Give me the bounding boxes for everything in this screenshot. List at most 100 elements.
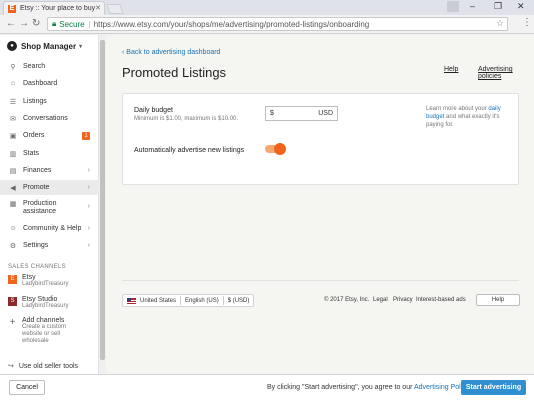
close-tab-icon[interactable]: ✕ xyxy=(95,4,101,12)
home-icon: ⌂ xyxy=(10,80,16,87)
sidebar: ● Shop Manager ▾ ⚲ Search ⌂ Dashboard ☰ … xyxy=(0,35,99,374)
help-link[interactable]: Help xyxy=(444,66,458,73)
chevron-right-icon: › xyxy=(87,203,90,210)
exit-icon: ↪ xyxy=(8,363,14,370)
channel-etsy[interactable]: E Etsy LadybirdTreasury xyxy=(8,274,68,288)
sidebar-item-label: Conversations xyxy=(23,115,68,122)
mail-icon: ✉ xyxy=(10,115,16,123)
privacy-link[interactable]: Privacy xyxy=(393,297,413,303)
us-flag-icon xyxy=(127,297,136,304)
sidebar-item-finances[interactable]: ▤ Finances › xyxy=(0,165,99,176)
caret-down-icon: ▾ xyxy=(79,43,83,50)
sidebar-item-stats[interactable]: ▥ Stats xyxy=(0,148,99,159)
main-content: ‹ Back to advertising dashboard Promoted… xyxy=(106,35,534,374)
shop-logo-icon: ● xyxy=(7,41,17,51)
sidebar-item-label: Stats xyxy=(23,150,39,157)
url-text: https://www.etsy.com/your/shops/me/adver… xyxy=(93,19,370,29)
learn-text-pre: Learn more about your xyxy=(426,106,487,112)
sidebar-item-search[interactable]: ⚲ Search xyxy=(0,61,99,72)
sidebar-item-promote[interactable]: ◀ Promote › xyxy=(0,180,99,195)
search-icon: ⚲ xyxy=(10,63,16,71)
channel-shop: LadybirdTreasury xyxy=(22,303,69,309)
locale-selector[interactable]: United States English (US) $ (USD) xyxy=(122,294,255,307)
sidebar-item-community-help[interactable]: ☺ Community & Help › xyxy=(0,223,99,234)
minimize-icon[interactable]: – xyxy=(470,1,475,11)
divider xyxy=(180,296,182,305)
sidebar-item-settings[interactable]: ⚙ Settings › xyxy=(0,240,99,251)
start-advertising-button[interactable]: Start advertising xyxy=(461,380,526,395)
sidebar-item-listings[interactable]: ☰ Listings xyxy=(0,96,99,107)
orders-icon: ▣ xyxy=(9,132,17,140)
sidebar-item-label: Community & Help xyxy=(23,225,82,232)
browser-tab[interactable]: E Etsy :: Your place to buy ✕ xyxy=(3,1,105,15)
back-link-label: Back to advertising dashboard xyxy=(126,49,221,56)
channel-desc: Create a custom website or sell wholesal… xyxy=(22,324,67,344)
orders-count-badge: 1 xyxy=(82,131,90,140)
cancel-button[interactable]: Cancel xyxy=(9,380,45,395)
browser-menu-icon[interactable]: ⋮ xyxy=(522,17,532,28)
browser-tab-bar: E Etsy :: Your place to buy ✕ – ❐ ✕ xyxy=(0,0,534,15)
maximize-icon[interactable]: ❐ xyxy=(494,1,502,12)
footer-divider xyxy=(122,280,519,281)
settings-card: Daily budget Minimum is $1.00, maximum i… xyxy=(122,93,519,185)
new-tab-button[interactable] xyxy=(106,4,124,14)
footer-help-button[interactable]: Help xyxy=(476,294,520,306)
back-arrow-icon[interactable]: ← xyxy=(6,18,16,29)
auto-advertise-label: Automatically advertise new listings xyxy=(134,147,245,154)
page-title: Promoted Listings xyxy=(122,65,227,80)
reload-icon[interactable]: ↻ xyxy=(32,18,40,29)
shop-manager-label: Shop Manager xyxy=(21,41,77,51)
forward-arrow-icon[interactable]: → xyxy=(19,18,29,29)
agreement-text: By clicking "Start advertising", you agr… xyxy=(267,384,477,391)
sidebar-item-label: Listings xyxy=(23,98,47,105)
legal-link[interactable]: Legal xyxy=(373,297,388,303)
sidebar-item-label: Finances xyxy=(23,167,52,174)
sidebar-scrollbar[interactable] xyxy=(99,35,106,374)
advertising-policies-link[interactable]: Advertising policies xyxy=(478,66,534,80)
sidebar-item-conversations[interactable]: ✉ Conversations xyxy=(0,113,99,124)
channel-shop: LadybirdTreasury xyxy=(22,281,69,287)
channel-name: Etsy Studio xyxy=(22,296,58,303)
channel-etsy-studio[interactable]: S Etsy Studio LadybirdTreasury xyxy=(8,296,68,310)
bookmark-star-icon[interactable]: ☆ xyxy=(496,18,504,29)
toggle-knob xyxy=(274,143,286,155)
daily-budget-help: Learn more about your daily budget and w… xyxy=(426,105,502,129)
shop-manager-header[interactable]: ● Shop Manager ▾ xyxy=(7,41,82,51)
tab-title: Etsy :: Your place to buy xyxy=(20,5,96,12)
sidebar-item-dashboard[interactable]: ⌂ Dashboard xyxy=(0,78,99,89)
sidebar-item-orders[interactable]: ▣ Orders 1 xyxy=(0,130,99,141)
auto-advertise-toggle[interactable] xyxy=(265,143,286,155)
agreement-pre: By clicking "Start advertising", you agr… xyxy=(267,384,413,391)
action-bar: Cancel By clicking "Start advertising", … xyxy=(0,374,534,400)
etsy-studio-channel-icon: S xyxy=(8,297,17,306)
finances-icon: ▤ xyxy=(9,167,17,175)
sidebar-item-label: Orders xyxy=(23,132,45,139)
stats-icon: ▥ xyxy=(9,150,17,158)
currency-symbol: $ xyxy=(270,110,274,117)
listings-icon: ☰ xyxy=(9,98,17,106)
channel-name: Etsy xyxy=(22,274,36,281)
sidebar-item-label-line2: assistance xyxy=(23,208,57,215)
chevron-right-icon: › xyxy=(87,184,90,191)
profile-icon[interactable] xyxy=(447,1,459,12)
use-old-seller-tools-link[interactable]: ↪ Use old seller tools xyxy=(8,362,78,371)
etsy-favicon-icon: E xyxy=(8,4,16,13)
daily-budget-hint: Minimum is $1.00, maximum is $10.00. xyxy=(134,116,239,122)
daily-budget-input[interactable]: $ USD xyxy=(265,106,338,121)
chevron-right-icon: › xyxy=(87,167,90,174)
production-icon: ▦ xyxy=(9,201,17,208)
back-to-dashboard-link[interactable]: ‹ Back to advertising dashboard xyxy=(122,49,220,56)
secure-label: Secure xyxy=(59,19,85,29)
sidebar-item-production-assistance[interactable]: ▦ Production assistance › xyxy=(0,200,99,217)
sidebar-item-label: Dashboard xyxy=(23,80,58,87)
sidebar-item-label: Search xyxy=(23,63,46,70)
interest-based-ads-link[interactable]: Interest-based ads xyxy=(416,297,466,303)
sidebar-item-label: Production xyxy=(23,200,57,207)
channel-add[interactable]: + Add channels Create a custom website o… xyxy=(8,317,74,345)
close-window-icon[interactable]: ✕ xyxy=(517,1,525,12)
url-field[interactable]: 🔒︎ Secure | https://www.etsy.com/your/sh… xyxy=(47,17,508,31)
chevron-right-icon: › xyxy=(87,242,90,249)
gear-icon: ⚙ xyxy=(9,242,17,250)
etsy-channel-icon: E xyxy=(8,275,17,284)
scrollbar-thumb[interactable] xyxy=(100,40,105,360)
